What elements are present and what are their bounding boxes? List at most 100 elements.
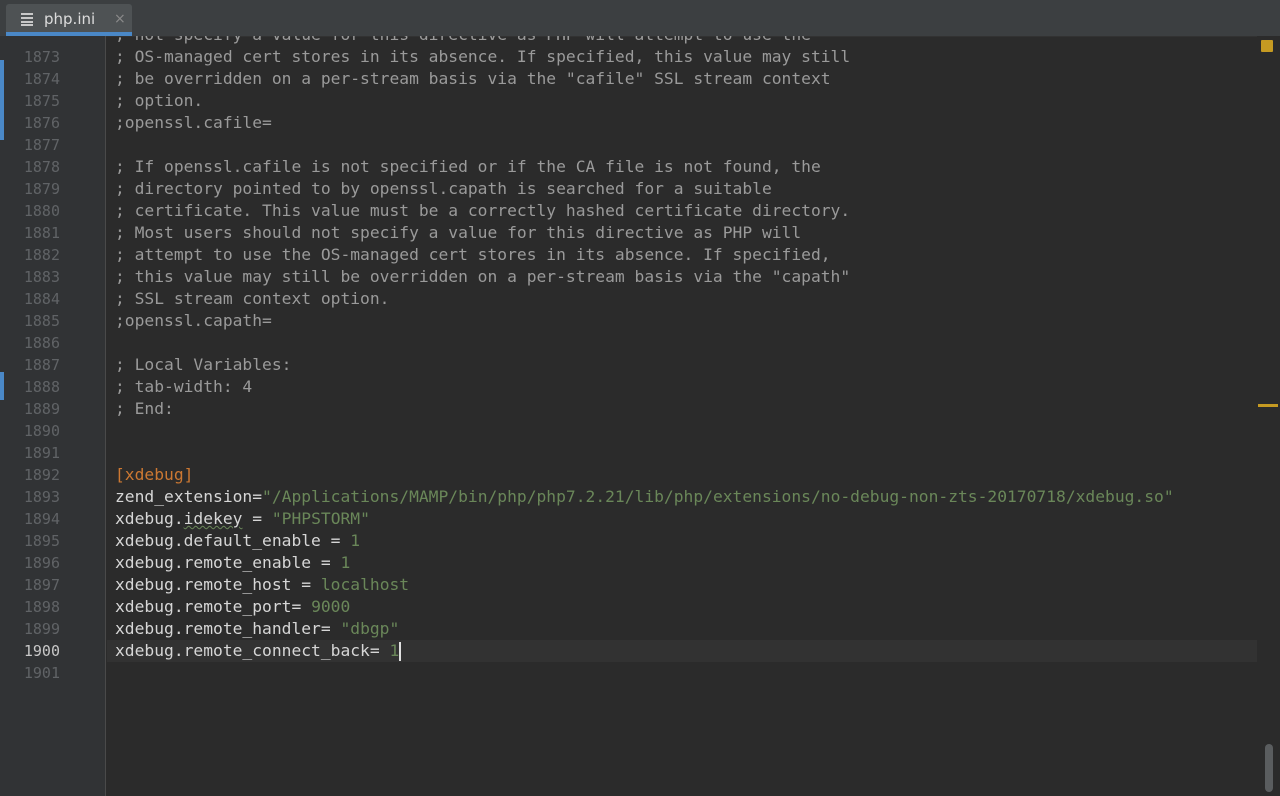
line-number: 1878 [23,158,60,176]
code-line: xdebug.idekey = "PHPSTORM" [115,508,1257,530]
ini-comment: ;openssl.cafile= [115,113,272,132]
tab-php-ini[interactable]: php.ini × [6,4,132,36]
ini-comment: ; OS-managed cert stores in its absence.… [115,47,851,66]
line-number: 1893 [23,488,60,506]
ini-operator: = [311,553,341,572]
line-number: 1883 [23,268,60,286]
line-number: 1874 [23,70,60,88]
ini-operator: = [320,619,341,638]
code-line-partial: ; not specify a value for this directive… [115,36,811,46]
warning-stripe-mark[interactable] [1258,404,1278,407]
line-number: 1875 [23,92,60,110]
ini-comment: ; If openssl.cafile is not specified or … [115,157,821,176]
close-tab-icon[interactable]: × [114,9,126,29]
ini-comment: ; End: [115,399,174,418]
ini-value: 1 [350,531,361,550]
line-number: 1888 [23,378,60,396]
line-number: 1887 [23,356,60,374]
code-line: ; Most users should not specify a value … [115,222,1257,244]
ini-value: 1 [389,641,400,660]
line-numbers: 1873 1874 1875 1876 1877 1878 1879 1880 1881 1882… [0,46,60,684]
ini-operator: = [320,531,351,550]
code-line: xdebug.default_enable = 1 [115,530,1257,552]
line-number: 1900 [23,642,60,660]
code-lines: ; OS-managed cert stores in its absence.… [107,46,1257,684]
line-number: 1873 [23,48,60,66]
ini-key: xdebug.idekey [115,509,243,528]
code-line: ; directory pointed to by openssl.capath… [115,178,1257,200]
ini-comment: ; certificate. This value must be a corr… [115,201,851,220]
ini-comment: ; Local Variables: [115,355,292,374]
ini-value: 9000 [311,597,351,616]
line-number: 1899 [23,620,60,638]
line-number: 1896 [23,554,60,572]
ini-comment: ; tab-width: 4 [115,377,253,396]
ini-comment: ;openssl.capath= [115,311,272,330]
ini-key: xdebug.remote_port [115,597,292,616]
ini-value: 1 [340,553,351,572]
warning-icon[interactable] [1261,40,1273,52]
ini-comment: ; this value may still be overridden on … [115,267,851,286]
ini-key: xdebug.default_enable [115,531,321,550]
ini-key: xdebug.remote_host [115,575,292,594]
ini-value: "PHPSTORM" [271,509,370,528]
code-line: [xdebug] [115,464,1257,486]
line-number: 1877 [23,136,60,154]
code-editor[interactable]: ; not specify a value for this directive… [107,36,1257,796]
ini-operator: = [252,487,263,506]
ini-operator: = [242,509,272,528]
line-number: 1894 [23,510,60,528]
ini-operator: = [369,641,390,660]
line-number: 1901 [23,664,60,682]
line-number: 1895 [23,532,60,550]
ini-key: xdebug.remote_handler [115,619,321,638]
code-line: ; End: [115,398,1257,420]
ini-value: "/Applications/MAMP/bin/php/php7.2.21/li… [262,487,1174,506]
ini-key: zend_extension [115,487,253,506]
code-line: ; certificate. This value must be a corr… [115,200,1257,222]
ini-value: localhost [320,575,410,594]
ini-operator: = [291,597,312,616]
code-line: ; If openssl.cafile is not specified or … [115,156,1257,178]
ini-file-icon [21,13,33,26]
code-line: xdebug.remote_port= 9000 [115,596,1257,618]
ini-key: xdebug.remote_enable [115,553,312,572]
code-line: xdebug.remote_handler= "dbgp" [115,618,1257,640]
ini-value: "dbgp" [340,619,400,638]
line-number: 1882 [23,246,60,264]
code-line: ;openssl.cafile= [115,112,1257,134]
ide-window: php.ini × 1873 1874 1875 1876 1877 1878 1879 18… [0,0,1280,796]
code-line: ; OS-managed cert stores in its absence.… [115,46,1257,68]
code-line: xdebug.remote_connect_back= 1 [107,640,1257,662]
code-line: xdebug.remote_enable = 1 [115,552,1257,574]
code-line: ; be overridden on a per-stream basis vi… [115,68,1257,90]
line-number: 1884 [23,290,60,308]
vertical-scrollbar-thumb[interactable] [1265,744,1273,792]
line-number: 1879 [23,180,60,198]
line-number: 1889 [23,400,60,418]
tab-label: php.ini [44,10,96,28]
line-number-gutter[interactable]: 1873 1874 1875 1876 1877 1878 1879 1880 1881 1882… [0,36,106,796]
code-line: ;openssl.capath= [115,310,1257,332]
line-number: 1890 [23,422,60,440]
error-stripe[interactable] [1257,36,1280,796]
editor-tab-bar: php.ini × [0,0,1280,37]
ini-section-header: [xdebug] [115,465,194,484]
code-line: xdebug.remote_host = localhost [115,574,1257,596]
code-line: ; this value may still be overridden on … [115,266,1257,288]
line-number: 1897 [23,576,60,594]
ini-comment: ; SSL stream context option. [115,289,390,308]
line-number: 1898 [23,598,60,616]
code-line: ; tab-width: 4 [115,376,1257,398]
ini-comment: ; attempt to use the OS-managed cert sto… [115,245,831,264]
ini-key: xdebug.remote_connect_back [115,641,370,660]
ini-operator: = [291,575,321,594]
spellcheck-squiggle: idekey [183,509,243,528]
code-line: ; Local Variables: [115,354,1257,376]
code-line: zend_extension="/Applications/MAMP/bin/p… [115,486,1257,508]
line-number: 1886 [23,334,60,352]
